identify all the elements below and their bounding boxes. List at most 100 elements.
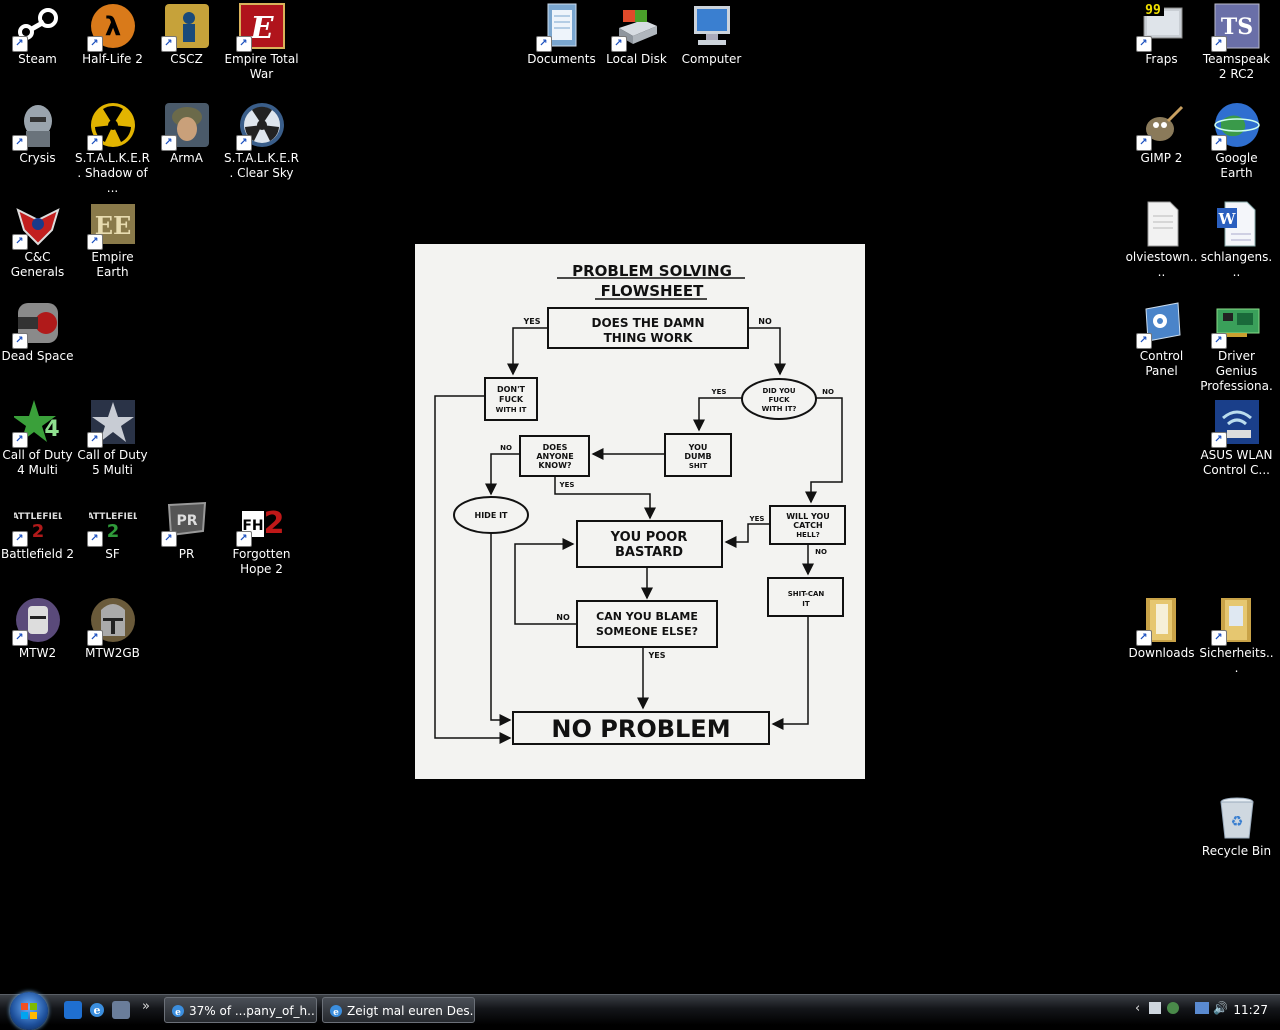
show-desktop-icon[interactable]: [64, 1001, 82, 1019]
desktop-icon-crysis[interactable]: ↗ Crysis: [0, 101, 75, 166]
desktop-icon-driver-genius[interactable]: ↗ Driver Genius Professiona...: [1199, 299, 1274, 409]
steam-icon: ↗: [11, 2, 62, 52]
desktop-icon-schlangens[interactable]: W schlangens...: [1199, 200, 1274, 280]
label-no: NO: [822, 388, 834, 396]
desktop-icon-cod5[interactable]: ↗ Call of Duty 5 Multi: [75, 398, 150, 478]
desktop-icon-label: Google Earth: [1215, 151, 1258, 180]
taskbar-item-forum[interactable]: e Zeigt mal euren Des...: [322, 997, 475, 1023]
desktop-icon-sf[interactable]: BATTLEFIELD2 ↗ SF: [75, 497, 150, 562]
battlefield-icon: BATTLEFIELD2 ↗: [79, 497, 146, 547]
desktop-icon-recycle-bin[interactable]: ♻ Recycle Bin: [1199, 794, 1274, 859]
shortcut-arrow-icon: ↗: [11, 135, 28, 151]
windows-logo-icon: [21, 1003, 37, 1019]
desktop-icon-stalker-cs[interactable]: ↗ S.T.A.L.K.E.R. Clear Sky: [224, 101, 299, 181]
clock[interactable]: 11:27: [1233, 1003, 1268, 1017]
svg-text:4: 4: [44, 417, 59, 442]
internet-explorer-icon: e: [172, 1005, 184, 1018]
desktop-icon-label: C&C Generals: [10, 250, 65, 279]
desktop-icon-google-earth[interactable]: ↗ Google Earth: [1199, 101, 1274, 181]
start-button[interactable]: [10, 992, 48, 1030]
box-dont-line2: FUCK: [499, 395, 524, 404]
flowsheet-diagram: PROBLEM SOLVING FLOWSHEET DOES THE DAMN …: [434, 262, 846, 745]
taskbar-item-label: 37% of ...pany_of_h...: [189, 1004, 317, 1018]
desktop-icon-cc-generals[interactable]: ↗ C&C Generals: [0, 200, 75, 280]
shortcut-arrow-icon: ↗: [86, 234, 103, 250]
desktop-icon-gimp[interactable]: ↗ GIMP 2: [1124, 101, 1199, 166]
oval-hide-it: HIDE IT: [475, 511, 509, 520]
desktop-icon-fraps[interactable]: 99 ↗ Fraps: [1124, 2, 1199, 67]
folder-icon: ↗: [1135, 596, 1186, 646]
desktop-icon-label: Empire Total War: [224, 52, 299, 81]
box-damn-thing-works: DOES THE DAMN: [591, 316, 704, 330]
desktop-icon-documents[interactable]: ↗ Documents: [524, 2, 599, 67]
desktop-icon-stalker-soc[interactable]: ↗ S.T.A.L.K.E.R. Shadow of ...: [75, 101, 150, 196]
tray-app-icon[interactable]: [1149, 1002, 1161, 1014]
desktop-icon-olviestown[interactable]: olviestown....: [1124, 200, 1199, 280]
box-knows-line3: KNOW?: [538, 461, 572, 470]
flowsheet-subtitle: FLOWSHEET: [601, 282, 704, 300]
desktop-icon-local-disk[interactable]: ↗ Local Disk: [599, 2, 674, 67]
internet-explorer-icon[interactable]: e: [88, 1001, 106, 1019]
desktop-icon-half-life-2[interactable]: λ ↗ Half-Life 2: [75, 2, 150, 67]
eagle-emblem-icon: ↗: [11, 200, 62, 250]
desktop-icon-downloads[interactable]: ↗ Downloads: [1124, 596, 1199, 661]
desktop-icon-empire-earth[interactable]: EE ↗ Empire Earth: [75, 200, 150, 280]
fh2-icon: FH 2 ↗: [235, 497, 286, 547]
desktop-icon-teamspeak[interactable]: TS ↗ Teamspeak 2 RC2: [1199, 2, 1274, 82]
media-player-icon[interactable]: [112, 1001, 130, 1019]
desktop-icon-sicherheits[interactable]: ↗ Sicherheits...: [1199, 596, 1274, 676]
desktop-icon-pr[interactable]: PR ↗ PR: [149, 497, 224, 562]
desktop-icon-label: CSCZ: [170, 52, 203, 66]
desktop-icon-label: Empire Earth: [91, 250, 134, 279]
desktop-icon-dead-space[interactable]: ↗ Dead Space: [0, 299, 75, 364]
volume-icon[interactable]: 🔊: [1213, 1001, 1228, 1015]
taskbar-item-download[interactable]: e 37% of ...pany_of_h...: [164, 997, 317, 1023]
oval-did-you-line3: WITH IT?: [762, 405, 797, 413]
desktop-icon-control-panel[interactable]: ↗ Control Panel: [1124, 299, 1199, 379]
desktop-icon-cod4[interactable]: 4 ↗ Call of Duty 4 Multi: [0, 398, 75, 478]
recycle-bin-icon: ♻: [1213, 794, 1261, 842]
network-icon[interactable]: [1195, 1002, 1209, 1014]
circuit-board-icon: ↗: [1210, 299, 1261, 349]
label-no: NO: [556, 613, 570, 622]
desktop-icon-mtw2[interactable]: ↗ MTW2: [0, 596, 75, 661]
desktop-icon-label: S.T.A.L.K.E.R. Shadow of ...: [75, 151, 150, 195]
internet-explorer-icon: e: [330, 1005, 342, 1018]
desktop-icon-label: Half-Life 2: [82, 52, 143, 66]
desktop-icon-cscz[interactable]: ↗ CSCZ: [149, 2, 224, 67]
desktop-icon-forgotten-hope-2[interactable]: FH 2 ↗ Forgotten Hope 2: [224, 497, 299, 577]
shortcut-arrow-icon: ↗: [86, 432, 103, 448]
label-yes: YES: [559, 481, 575, 489]
desktop-icon-asus-wlan[interactable]: ↗ ASUS WLAN Control C...: [1199, 398, 1274, 478]
shortcut-arrow-icon: ↗: [1210, 135, 1227, 151]
label-no: NO: [815, 548, 827, 556]
desktop-icon-arma[interactable]: ↗ ArmA: [149, 101, 224, 166]
desktop-icon-label: Battlefield 2: [0, 547, 75, 561]
desktop-icon-empire-total-war[interactable]: E ↗ Empire Total War: [224, 2, 299, 82]
tray-user-icon[interactable]: [1167, 1002, 1179, 1014]
desktop-icon-label: ASUS WLAN Control C...: [1200, 448, 1273, 477]
shortcut-arrow-icon: ↗: [1210, 333, 1227, 349]
desktop-icon-battlefield-2[interactable]: BATTLEFIELD2 ↗ Battlefield 2: [0, 497, 75, 562]
shortcut-arrow-icon: ↗: [235, 135, 252, 151]
globe-icon: ↗: [1210, 101, 1261, 151]
fraps-fps-counter: 99: [1145, 3, 1161, 18]
desktop-icon-computer[interactable]: Computer: [674, 2, 749, 67]
desktop-icon-steam[interactable]: ↗ Steam: [0, 2, 75, 67]
svg-text:PR: PR: [176, 513, 197, 529]
svg-text:e: e: [175, 1008, 181, 1018]
quick-launch-chevron[interactable]: »: [142, 999, 150, 1014]
svg-text:e: e: [94, 1004, 101, 1017]
taskbar-item-label: Zeigt mal euren Des...: [347, 1004, 475, 1018]
label-no: NO: [758, 317, 772, 326]
desktop-icon-mtw2gb[interactable]: ↗ MTW2GB: [75, 596, 150, 661]
empire-earth-icon: EE ↗: [86, 200, 137, 250]
box-damn-thing-works-line2: THING WORK: [604, 331, 693, 345]
tray-expand-arrow-icon[interactable]: ‹: [1135, 1001, 1140, 1016]
box-catch-hell: WILL YOU: [786, 512, 830, 521]
desktop-icon-label: Sicherheits...: [1199, 646, 1274, 675]
desktop-icon-label: Recycle Bin: [1201, 844, 1272, 858]
svg-text:2: 2: [31, 521, 44, 542]
cod4-icon: 4 ↗: [11, 398, 62, 448]
desktop-icon-label: Steam: [18, 52, 57, 66]
